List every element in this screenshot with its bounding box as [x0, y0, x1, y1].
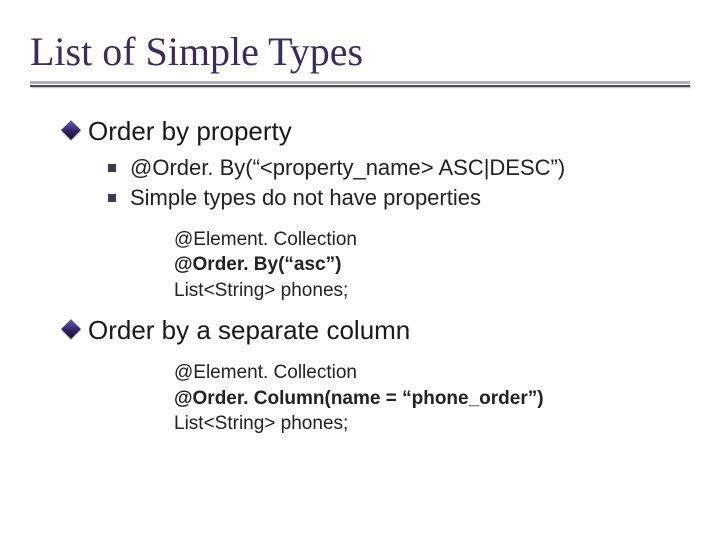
diamond-bullet-icon [64, 123, 78, 137]
sub-bullet-text: @Order. By(“<property_name> ASC|DESC”) [130, 154, 565, 183]
code-block: @Element. Collection @Order. By(“asc”) L… [174, 227, 690, 304]
title-underline [30, 81, 690, 87]
bullet-level1: Order by property [64, 115, 690, 148]
square-bullet-icon [108, 194, 116, 202]
sub-bullet-group: @Order. By(“<property_name> ASC|DESC”) S… [108, 154, 690, 213]
code-line: List<String> phones; [174, 411, 690, 437]
sub-bullet-text: Simple types do not have properties [130, 184, 481, 213]
code-line: @Order. By(“asc”) [174, 252, 690, 278]
code-line: List<String> phones; [174, 278, 690, 304]
code-line: @Element. Collection [174, 360, 690, 386]
bullet-level2: Simple types do not have properties [108, 184, 690, 213]
slide: List of Simple Types Order by property @… [0, 0, 720, 540]
slide-content: Order by property @Order. By(“<property_… [30, 115, 690, 437]
bullet-level1: Order by a separate column [64, 314, 690, 347]
code-line: @Element. Collection [174, 227, 690, 253]
section-heading: Order by property [88, 115, 292, 148]
code-block: @Element. Collection @Order. Column(name… [174, 360, 690, 437]
diamond-bullet-icon [64, 322, 78, 336]
section-heading: Order by a separate column [88, 314, 410, 347]
slide-title: List of Simple Types [30, 28, 690, 75]
code-line: @Order. Column(name = “phone_order”) [174, 386, 690, 412]
square-bullet-icon [108, 164, 116, 172]
bullet-level2: @Order. By(“<property_name> ASC|DESC”) [108, 154, 690, 183]
